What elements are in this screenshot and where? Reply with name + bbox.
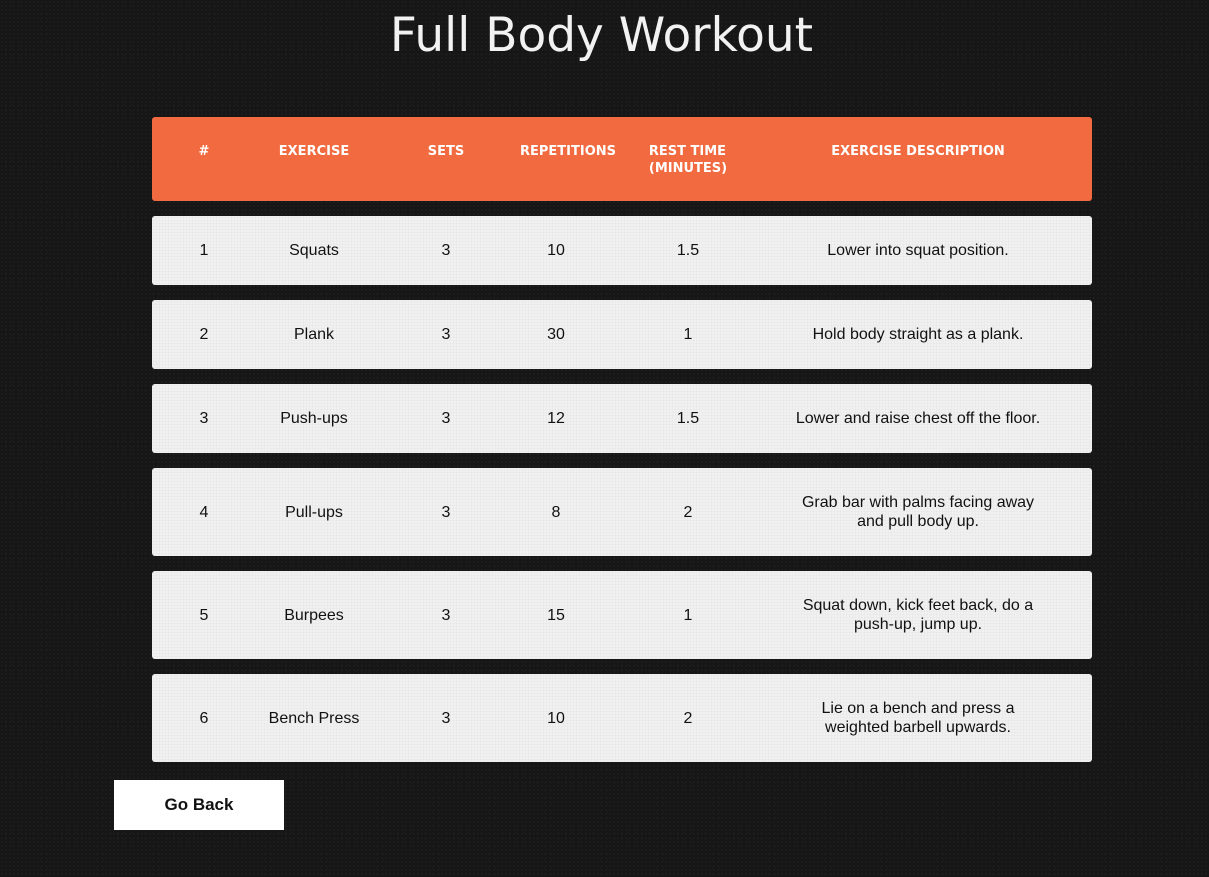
header-exercise: EXERCISE: [278, 144, 350, 159]
table-row: 4 Pull-ups 3 8 2 Grab bar with palms fac…: [152, 468, 1092, 556]
row-repetitions: 15: [547, 606, 565, 624]
row-exercise: Push-ups: [280, 410, 348, 427]
header-description: EXERCISE DESCRIPTION: [831, 144, 1005, 159]
table-row: 1 Squats 3 10 1.5 Lower into squat posit…: [152, 216, 1092, 285]
row-description: Lower and raise chest off the floor.: [795, 410, 1041, 427]
row-repetitions: 10: [547, 709, 565, 727]
row-number: 4: [199, 503, 209, 521]
row-repetitions: 8: [551, 503, 561, 521]
row-repetitions: 10: [547, 242, 565, 259]
row-number: 5: [199, 606, 209, 624]
row-number: 6: [199, 709, 209, 727]
table-row: 3 Push-ups 3 12 1.5 Lower and raise ches…: [152, 384, 1092, 453]
header-repetitions: REPETITIONS: [520, 144, 617, 159]
row-rest-time: 1: [683, 326, 693, 343]
header-number: #: [198, 144, 210, 159]
row-sets: 3: [441, 709, 451, 727]
row-sets: 3: [441, 242, 451, 259]
row-rest-time: 2: [683, 503, 693, 521]
table-row: 6 Bench Press 3 10 2 Lie on a bench and …: [152, 674, 1092, 762]
row-rest-time: 2: [683, 709, 693, 727]
header-sets: SETS: [427, 144, 465, 159]
row-sets: 3: [441, 410, 451, 427]
row-exercise: Bench Press: [268, 709, 360, 727]
page-title: Full Body Workout: [389, 8, 814, 63]
header-rest-time-line1: REST TIME: [648, 144, 727, 159]
row-sets: 3: [441, 606, 451, 624]
row-number: 2: [199, 326, 209, 343]
row-rest-time: 1: [683, 606, 693, 624]
table-row: 2 Plank 3 30 1 Hold body straight as a p…: [152, 300, 1092, 369]
table-header-row: # EXERCISE SETS REPETITIONS REST TIME (M…: [152, 117, 1092, 201]
row-description: Grab bar with palms facing away and pull…: [801, 494, 1035, 530]
header-rest-time-line2: (MINUTES): [648, 161, 728, 176]
row-exercise: Burpees: [284, 606, 344, 624]
row-sets: 3: [441, 503, 451, 521]
row-description: Lie on a bench and press a weighted barb…: [821, 700, 1015, 736]
row-rest-time: 1.5: [676, 410, 700, 427]
row-exercise: Plank: [293, 326, 335, 343]
row-number: 1: [199, 242, 209, 259]
row-repetitions: 12: [547, 410, 565, 427]
row-repetitions: 30: [547, 326, 565, 343]
row-description: Hold body straight as a plank.: [812, 326, 1024, 343]
header-rest-time: REST TIME (MINUTES): [592, 143, 784, 177]
row-rest-time: 1.5: [676, 242, 700, 259]
workout-table: # EXERCISE SETS REPETITIONS REST TIME (M…: [152, 117, 1092, 762]
row-exercise: Squats: [289, 242, 339, 259]
table-row: 5 Burpees 3 15 1 Squat down, kick feet b…: [152, 571, 1092, 659]
go-back-button[interactable]: Go Back: [114, 780, 284, 830]
row-sets: 3: [441, 326, 451, 343]
row-number: 3: [199, 410, 209, 427]
row-exercise: Pull-ups: [285, 503, 343, 521]
row-description: Squat down, kick feet back, do a push-up…: [802, 597, 1034, 633]
row-description: Lower into squat position.: [827, 242, 1009, 259]
